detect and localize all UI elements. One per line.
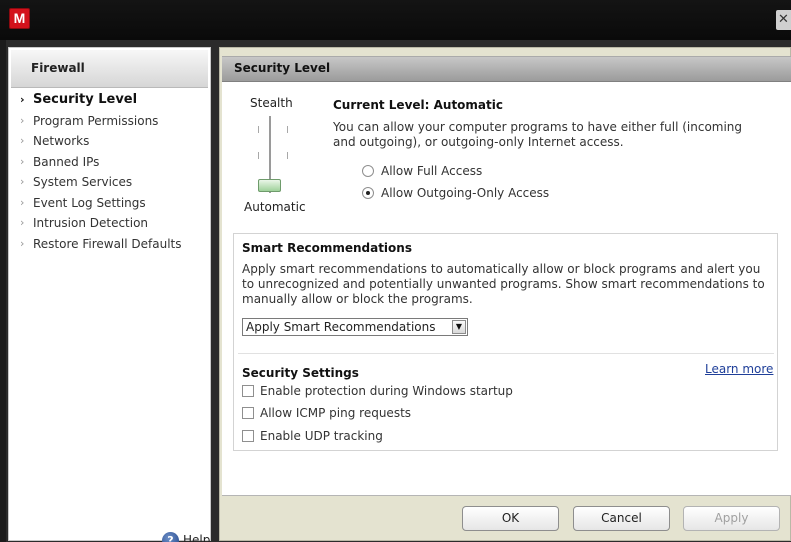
security-settings-title: Security Settings [242,366,359,380]
checkbox[interactable] [242,407,254,419]
radio-button-selected[interactable] [362,187,374,199]
sidebar-item-label: Event Log Settings [33,195,146,210]
learn-more-link[interactable]: Learn more [705,362,773,376]
chevron-right-icon: › [20,175,25,188]
checkbox[interactable] [242,430,254,442]
current-level-description: You can allow your computer programs to … [333,120,743,149]
checkbox-label: Enable UDP tracking [260,429,383,443]
radio-label: Allow Full Access [381,164,483,178]
smart-recommendations-description: Apply smart recommendations to automatic… [242,262,765,306]
slider-bottom-label: Automatic [244,200,306,214]
title-bar: M ✕ [0,0,791,40]
help-link[interactable]: ? Help [162,531,210,542]
chevron-right-icon: › [20,134,25,147]
sidebar: Firewall › Security Level › Program Perm… [8,47,211,542]
divider [238,353,774,354]
radio-label: Allow Outgoing-Only Access [381,186,550,200]
udp-tracking-checkbox[interactable]: Enable UDP tracking [242,429,383,443]
sidebar-item-label: Intrusion Detection [33,216,149,230]
smart-recommendations-select[interactable]: Apply Smart Recommendations ▼ [242,318,468,336]
current-level-title: Current Level: Automatic [333,98,503,112]
sidebar-item-system-services[interactable]: › System Services [19,172,209,193]
close-button[interactable]: ✕ [776,10,791,30]
help-icon: ? [162,531,179,542]
allow-full-access-radio[interactable]: Allow Full Access [362,164,482,178]
sidebar-item-program-permissions[interactable]: › Program Permissions [19,111,209,132]
sidebar-item-event-log-settings[interactable]: › Event Log Settings [19,193,209,214]
sidebar-item-banned-ips[interactable]: › Banned IPs [19,152,209,173]
main-header: Security Level [222,56,791,82]
icmp-ping-checkbox[interactable]: Allow ICMP ping requests [242,406,411,420]
allow-outgoing-only-radio[interactable]: Allow Outgoing-Only Access [362,186,549,200]
cancel-button[interactable]: Cancel [573,506,670,531]
sidebar-item-security-level[interactable]: › Security Level [19,90,209,111]
chevron-right-icon: › [20,195,25,209]
chevron-right-icon: › [20,113,25,127]
sidebar-nav: › Security Level › Program Permissions ›… [19,90,209,254]
slider-tick [287,152,288,159]
windows-startup-protection-checkbox[interactable]: Enable protection during Windows startup [242,384,513,398]
chevron-down-icon[interactable]: ▼ [452,320,466,334]
sidebar-title: Firewall [31,61,85,75]
chevron-right-icon: › [20,154,25,168]
sidebar-item-networks[interactable]: › Networks [19,131,209,152]
ok-button[interactable]: OK [462,506,559,531]
chevron-right-icon: › [20,216,25,229]
sidebar-item-label: Program Permissions [33,113,159,128]
slider-tick [258,126,259,133]
sidebar-item-restore-firewall-defaults[interactable]: › Restore Firewall Defaults [19,234,209,255]
sidebar-item-label: Networks [33,134,90,148]
slider-top-label: Stealth [250,96,293,110]
sidebar-item-intrusion-detection[interactable]: › Intrusion Detection [19,213,209,234]
sidebar-header: Firewall [11,50,208,88]
apply-button[interactable]: Apply [683,506,780,531]
radio-button[interactable] [362,165,374,177]
slider-tick [287,126,288,133]
security-level-slider-thumb[interactable] [258,179,281,192]
checkbox-label: Enable protection during Windows startup [260,384,513,398]
checkbox[interactable] [242,385,254,397]
sidebar-item-label: System Services [33,175,133,189]
chevron-right-icon: › [20,236,25,250]
slider-tick [258,152,259,159]
checkbox-label: Allow ICMP ping requests [260,406,412,420]
smart-recommendations-title: Smart Recommendations [242,241,412,255]
mcafee-logo-icon: M [9,8,30,29]
sidebar-item-label: Security Level [33,92,138,107]
sidebar-item-label: Banned IPs [33,154,100,169]
sidebar-item-label: Restore Firewall Defaults [33,236,182,251]
help-label: Help [183,533,211,542]
select-value: Apply Smart Recommendations [246,320,436,334]
page-title: Security Level [234,61,331,75]
chevron-right-icon: › [20,93,25,106]
